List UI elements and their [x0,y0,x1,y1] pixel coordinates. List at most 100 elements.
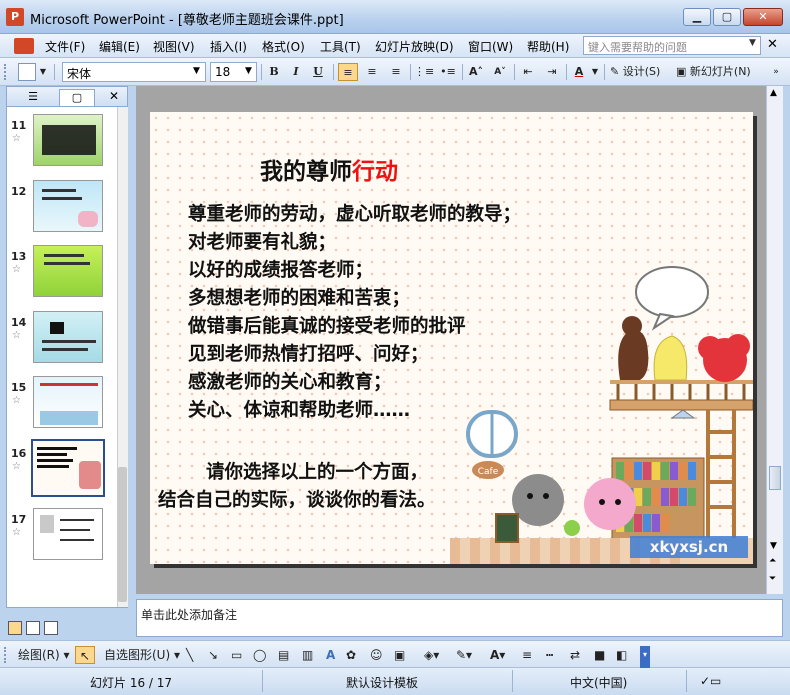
menu-view[interactable]: 视图(V) [151,37,197,56]
body-line[interactable]: 对老师要有礼貌； [188,228,336,254]
design-template-name: 默认设计模板 [346,676,419,690]
new-dropdown-icon[interactable]: ▼ [38,63,48,81]
vertical-textbox-icon[interactable]: ▥ [302,646,313,664]
spelling-check-icon[interactable]: ✓▭ [700,674,721,688]
3d-style-icon[interactable]: ◧ [616,646,627,664]
toolbar-options-icon[interactable]: ▾ [640,646,650,668]
thumb-art [78,211,98,227]
scroll-down-icon[interactable]: ▼ [770,541,777,551]
help-dropdown-icon[interactable]: ▼ [749,38,756,48]
menu-insert[interactable]: 插入(I) [208,37,249,56]
scroll-up-icon[interactable]: ▲ [770,88,777,98]
font-name-dropdown-icon[interactable]: ▼ [193,66,200,76]
font-color-dropdown-icon[interactable]: ▼ [590,63,600,81]
align-left-icon[interactable]: ≡ [338,63,358,81]
new-slide-button[interactable]: ▣ 新幻灯片(N) [676,63,762,81]
font-size-dropdown-icon[interactable]: ▼ [245,66,252,76]
minimize-button[interactable]: ▁ [683,8,711,26]
title-bar: P Microsoft PowerPoint - [尊敬老师主题班会课件.ppt… [0,0,790,34]
slide-sorter-view-icon[interactable] [26,621,40,635]
outline-tab[interactable]: ☰ [15,89,51,106]
dash-style-icon[interactable]: ┅ [546,646,553,664]
slide-title[interactable]: 我的尊师行动 [260,152,398,186]
slides-pane-close-button[interactable]: ✕ [109,89,119,103]
toolbar-grip[interactable] [4,64,8,80]
menu-slideshow[interactable]: 幻灯片放映(D) [373,37,456,56]
menu-file[interactable]: 文件(F) [43,37,87,56]
maximize-button[interactable]: ▢ [713,8,741,26]
font-color-icon[interactable]: A [570,63,588,81]
body-line[interactable]: 做错事后能真诚的接受老师的批评 [188,312,466,338]
menu-tools[interactable]: 工具(T) [318,37,363,56]
next-slide-icon[interactable]: ⏷ [769,574,776,584]
current-slide[interactable]: 我的尊师行动 尊重老师的劳动，虚心听取老师的教导； 对老师要有礼貌； 以好的成绩… [150,112,753,564]
slide-title-black: 我的尊师 [260,159,352,185]
document-icon[interactable] [14,38,34,54]
body-line[interactable]: 以好的成绩报答老师； [188,256,373,282]
slide-vertical-scrollbar[interactable]: ▲ ▼ ⏶ ⏷ [766,86,783,594]
line-color-icon[interactable]: ✎▾ [456,646,472,664]
slideshow-view-icon[interactable] [44,621,58,635]
view-buttons [6,621,128,639]
oval-tool-icon[interactable]: ◯ [253,646,266,664]
arrow-tool-icon[interactable]: ↘ [208,646,218,664]
align-right-icon[interactable]: ≡ [386,63,406,81]
increase-indent-icon[interactable]: ⇥ [542,63,562,81]
fill-color-icon[interactable]: ◈▾ [424,646,439,664]
wordart-icon[interactable]: A [326,646,335,664]
scroll-thumb[interactable] [769,466,781,490]
toolbar-grip[interactable] [4,647,8,663]
decrease-indent-icon[interactable]: ⇤ [518,63,538,81]
font-name-select[interactable]: 宋体 [62,62,206,82]
body-line[interactable]: 关心、体谅和帮助老师…… [188,396,410,422]
rectangle-tool-icon[interactable]: ▭ [231,646,242,664]
increase-font-icon[interactable]: A˄ [466,63,486,81]
line-style-icon[interactable]: ≡ [522,646,532,664]
slide-number: 14 [11,316,27,329]
underline-button[interactable]: U [309,63,327,81]
menu-edit[interactable]: 编辑(E) [97,37,142,56]
font-color-draw-icon[interactable]: A▾ [490,646,505,664]
body-line[interactable]: 尊重老师的劳动，虚心听取老师的教导； [188,200,521,226]
normal-view-icon[interactable] [8,621,22,635]
closing-line-2[interactable]: 结合自己的实际，谈谈你的看法。 [158,486,436,512]
shadow-style-icon[interactable]: ■ [594,646,605,664]
toolbar-options-icon[interactable]: » [770,63,782,81]
bullet-list-icon[interactable]: •≡ [438,63,458,81]
draw-menu-button[interactable]: 绘图(R) ▾ [18,646,70,664]
menu-help[interactable]: 帮助(H) [525,37,571,56]
line-tool-icon[interactable]: ╲ [186,646,193,664]
autoshapes-menu-button[interactable]: 自选图形(U) ▾ [104,646,180,664]
previous-slide-icon[interactable]: ⏶ [769,556,776,566]
toolbar-separator [566,64,567,80]
slides-tab[interactable]: ▢ [59,89,95,106]
design-button[interactable]: ✎ 设计(S) [610,63,672,81]
thumb-line [37,447,77,450]
numbered-list-icon[interactable]: ⋮≡ [414,63,434,81]
arrow-style-icon[interactable]: ⇄ [570,646,580,664]
decrease-font-icon[interactable]: A˅ [490,63,510,81]
slides-pane-scroll-thumb[interactable] [118,467,127,602]
italic-button[interactable]: I [287,63,305,81]
body-line[interactable]: 感激老师的关心和教育； [188,368,392,394]
diagram-icon[interactable]: ✿ [346,646,356,664]
clipart-icon[interactable]: ☺ [370,646,383,664]
help-search-input[interactable]: 键入需要帮助的问题 [583,36,761,55]
align-center-icon[interactable]: ≡ [362,63,382,81]
insert-picture-icon[interactable]: ▣ [394,646,405,664]
close-window-button[interactable]: ✕ [743,8,783,26]
new-document-icon[interactable] [18,63,36,81]
menu-window[interactable]: 窗口(W) [466,37,515,56]
body-line[interactable]: 见到老师热情打招呼、问好； [188,340,429,366]
notes-pane[interactable]: 单击此处添加备注 [136,599,783,637]
body-line[interactable]: 多想想老师的困难和苦衷； [188,284,410,310]
bold-button[interactable]: B [265,63,283,81]
select-pointer-icon[interactable]: ↖ [75,646,95,664]
textbox-tool-icon[interactable]: ▤ [278,646,289,664]
closing-line-1[interactable]: 请你选择以上的一个方面， [206,458,428,484]
thumb-line [44,254,84,257]
menu-format[interactable]: 格式(O) [260,37,307,56]
document-close-button[interactable]: ✕ [767,37,778,52]
powerpoint-app-icon[interactable]: P [6,8,24,26]
animation-star-icon: ☆ [12,461,21,472]
